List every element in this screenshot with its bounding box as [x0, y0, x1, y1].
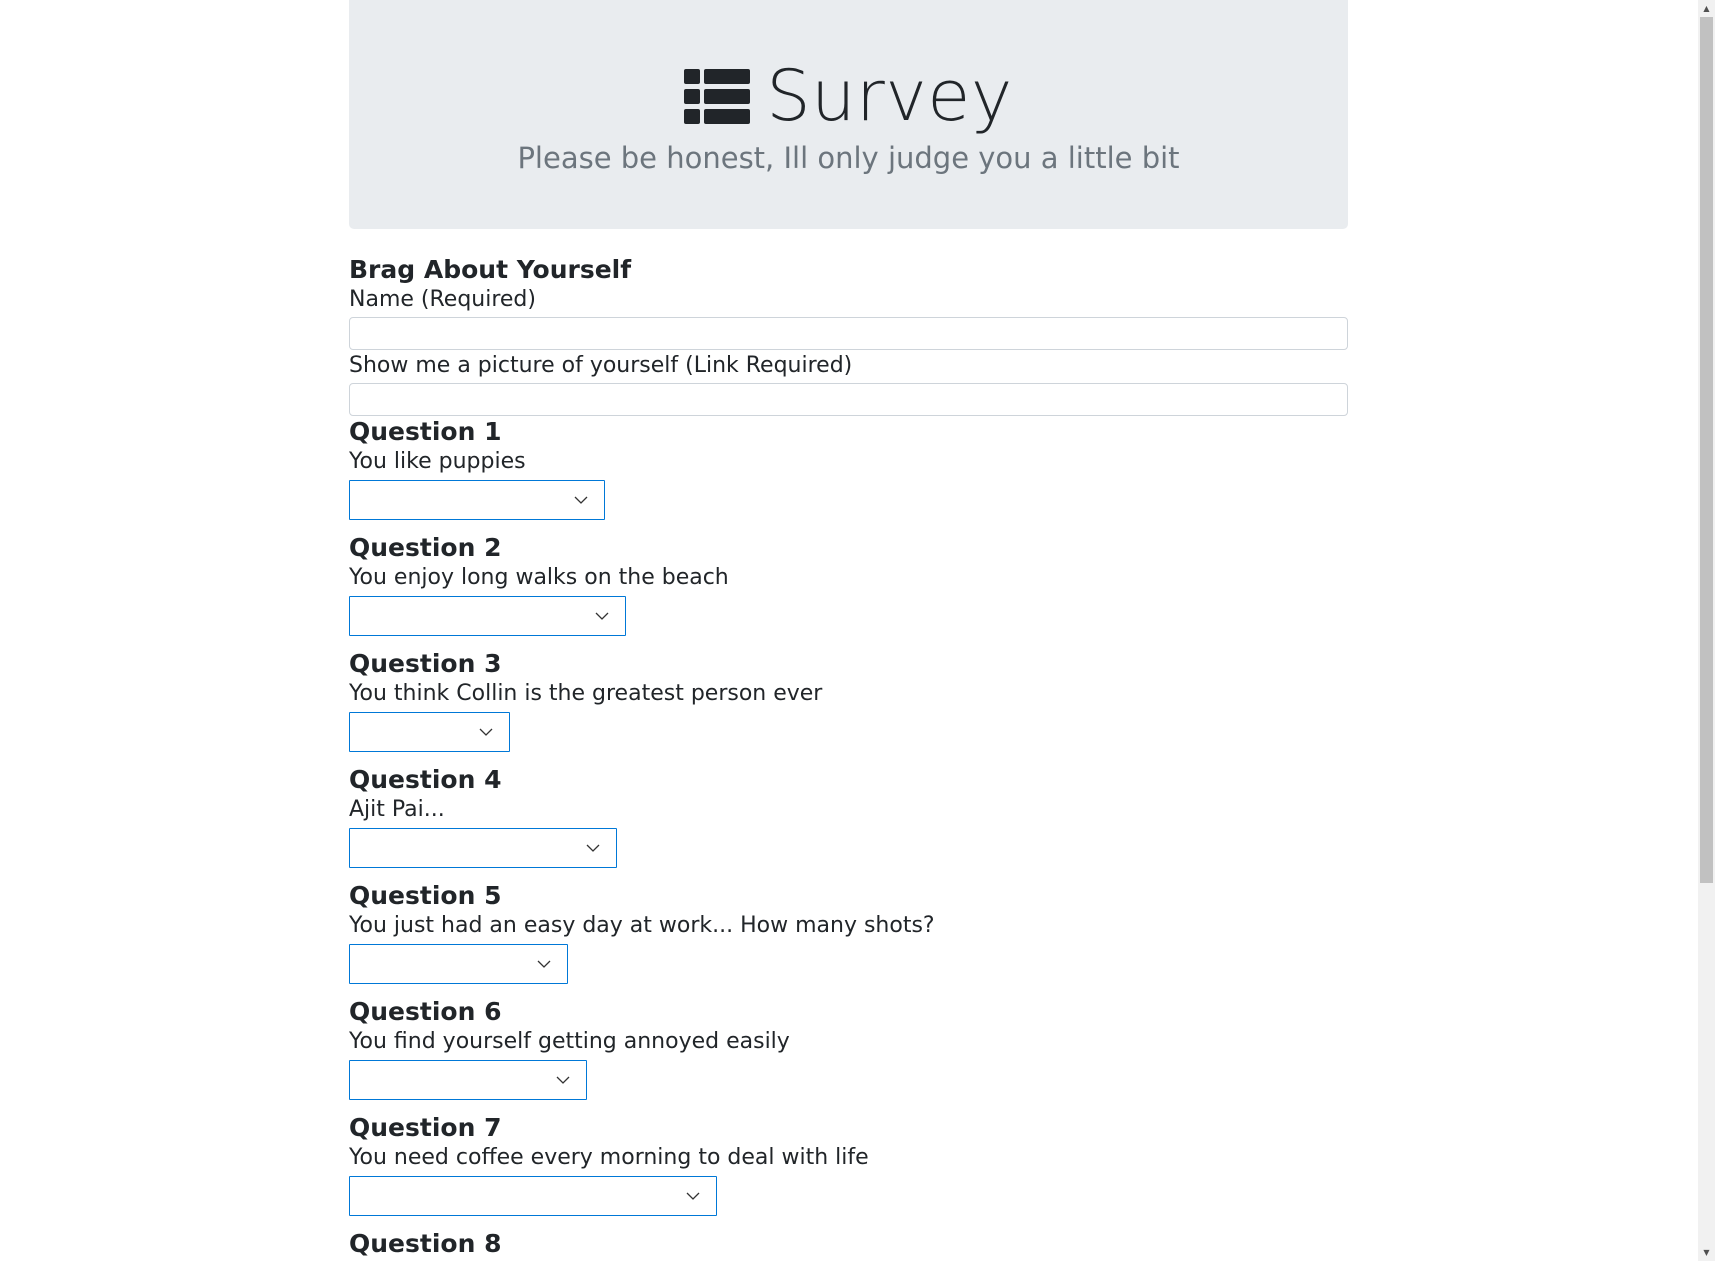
page-subtitle: Please be honest, Ill only judge you a l…: [517, 141, 1180, 175]
chevron-down-icon: [556, 1076, 570, 1084]
question-5-select[interactable]: [349, 944, 568, 984]
question-text: Ajit Pai...: [349, 797, 445, 822]
question-4-select[interactable]: [349, 828, 617, 868]
vertical-scrollbar[interactable]: ▲ ▼: [1698, 0, 1715, 1261]
chevron-down-icon: [595, 612, 609, 620]
question-title: Question 5: [349, 881, 502, 910]
question-8: Question 8: [349, 1229, 1348, 1259]
header-jumbotron: Survey Please be honest, Ill only judge …: [349, 0, 1348, 229]
question-6-select[interactable]: [349, 1060, 587, 1100]
question-2: Question 2 You enjoy long walks on the b…: [349, 533, 1348, 636]
question-title: Question 1: [349, 417, 502, 446]
page-title: Survey: [766, 55, 1013, 137]
question-title: Question 3: [349, 649, 502, 678]
title-row: Survey: [349, 56, 1348, 136]
question-1: Question 1 You like puppies: [349, 417, 1348, 520]
question-text: You find yourself getting annoyed easily: [349, 1029, 790, 1054]
section-title: Brag About Yourself: [349, 255, 632, 284]
question-text: You enjoy long walks on the beach: [349, 565, 729, 590]
name-input[interactable]: [349, 317, 1348, 350]
scroll-up-arrow-icon[interactable]: ▲: [1698, 0, 1715, 17]
list-icon: [684, 68, 751, 124]
question-2-select[interactable]: [349, 596, 626, 636]
question-title: Question 2: [349, 533, 502, 562]
question-title: Question 7: [349, 1113, 502, 1142]
question-4: Question 4 Ajit Pai...: [349, 765, 1348, 868]
chevron-down-icon: [537, 960, 551, 968]
question-7: Question 7 You need coffee every morning…: [349, 1113, 1348, 1216]
question-3: Question 3 You think Collin is the great…: [349, 649, 1348, 752]
question-text: You need coffee every morning to deal wi…: [349, 1145, 869, 1170]
survey-form: Brag About Yourself Name (Required) Show…: [349, 255, 1348, 1259]
photo-label: Show me a picture of yourself (Link Requ…: [349, 353, 853, 378]
page: Survey Please be honest, Ill only judge …: [0, 0, 1715, 1261]
question-5: Question 5 You just had an easy day at w…: [349, 881, 1348, 984]
question-6: Question 6 You find yourself getting ann…: [349, 997, 1348, 1100]
question-7-select[interactable]: [349, 1176, 717, 1216]
question-1-select[interactable]: [349, 480, 605, 520]
question-title: Question 6: [349, 997, 502, 1026]
scrollbar-thumb[interactable]: [1700, 17, 1713, 883]
name-label: Name (Required): [349, 287, 536, 312]
photo-link-input[interactable]: [349, 383, 1348, 416]
chevron-down-icon: [586, 844, 600, 852]
question-text: You like puppies: [349, 449, 526, 474]
chevron-down-icon: [686, 1192, 700, 1200]
question-title: Question 8: [349, 1229, 502, 1258]
chevron-down-icon: [574, 496, 588, 504]
chevron-down-icon: [479, 728, 493, 736]
question-text: You just had an easy day at work... How …: [349, 913, 935, 938]
question-text: You think Collin is the greatest person …: [349, 681, 823, 706]
question-title: Question 4: [349, 765, 502, 794]
main-container: Survey Please be honest, Ill only judge …: [349, 0, 1348, 1259]
scroll-down-arrow-icon[interactable]: ▼: [1698, 1244, 1715, 1261]
question-3-select[interactable]: [349, 712, 510, 752]
